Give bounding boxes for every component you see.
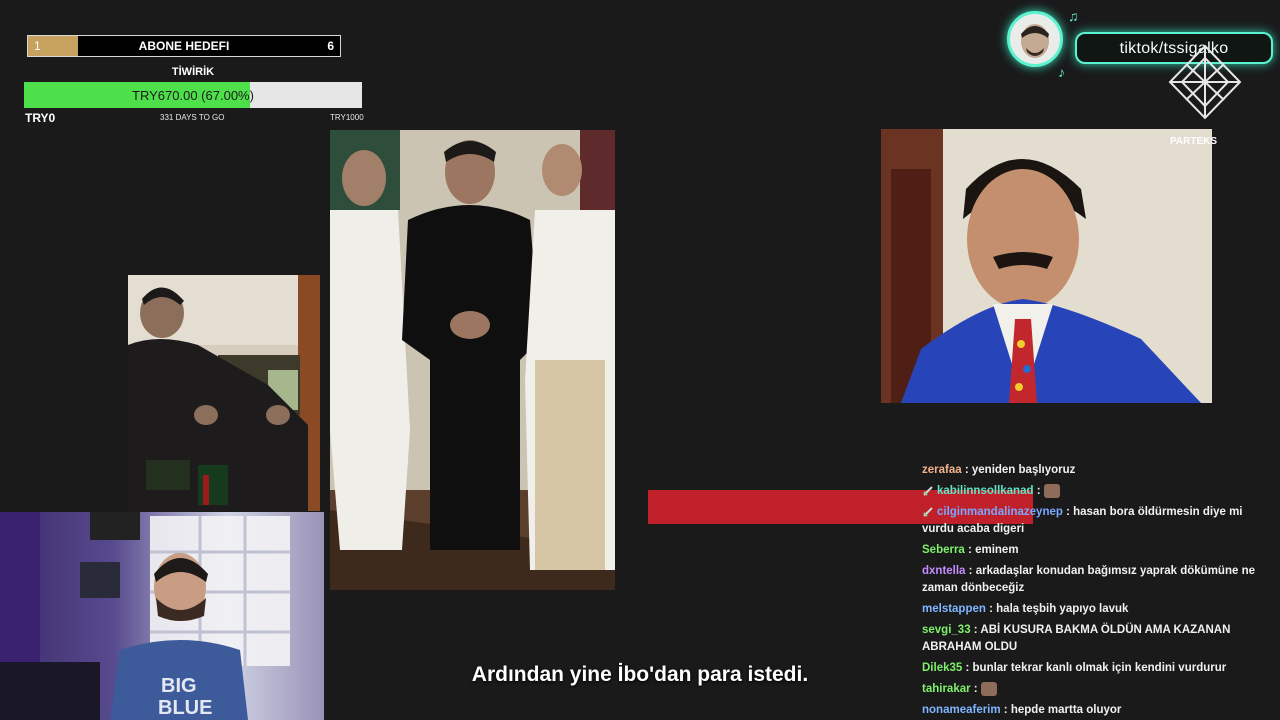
subscriber-goal-title: ABONE HEDEFI (138, 39, 230, 53)
chat-username[interactable]: kabilinnsollkanad (937, 485, 1034, 497)
chat-text: eminem (975, 544, 1019, 556)
chat-message: melstappen : hala teşbih yapıyo lavuk (922, 603, 1129, 615)
chat-username[interactable]: dxntella (922, 565, 965, 577)
donation-goal-max: TRY1000 (330, 113, 364, 122)
video-subtitle: Ardından yine İbo'dan para istedi. (471, 663, 809, 686)
chat-message: cilginmandalinazeynep : hasan bora öldür… (922, 506, 1243, 535)
emote-icon (1043, 483, 1060, 498)
tiktok-avatar (1007, 11, 1063, 67)
chat-panel: zerafaa : yeniden başlıyoruz kabilinnsol… (922, 462, 1272, 720)
donation-goal-days-left: 331 DAYS TO GO (160, 113, 225, 122)
chat-message: kabilinnsollkanad : (922, 483, 1272, 500)
emote-icon (980, 681, 997, 696)
chat-username[interactable]: sevgi_33 (922, 624, 971, 636)
music-note-icon-2: ♪ (1058, 64, 1065, 80)
chat-username[interactable]: zerafaa (922, 464, 962, 476)
chat-message: zerafaa : yeniden başlıyoruz (922, 464, 1076, 476)
chat-username[interactable]: cilginmandalinazeynep (937, 506, 1063, 518)
chat-message: dxntella : arkadaşlar konudan bağımsız y… (922, 565, 1255, 594)
donation-goal-amount: TRY670.00 (67.00%) (132, 88, 254, 103)
chat-text: bunlar tekrar kanlı olmak için kendini v… (972, 662, 1227, 674)
chat-text: hala teşbih yapıyo lavuk (996, 603, 1129, 615)
subscriber-goal-target: 6 (327, 39, 334, 53)
donation-goal-min: TRY0 (25, 111, 56, 125)
chat-message: Seberra : eminem (922, 544, 1019, 556)
chat-message: sevgi_33 : ABİ KUSURA BAKMA ÖLDÜN AMA KA… (922, 624, 1231, 653)
chat-username[interactable]: nonameaferim (922, 704, 1001, 716)
chat-text: hepde martta oluyor (1010, 704, 1122, 716)
geometric-pattern-icon (1168, 44, 1242, 120)
chat-message: nonameaferim : hepde martta oluyor (922, 704, 1122, 716)
chat-username[interactable]: melstappen (922, 603, 986, 615)
chat-message: tahirakar : (922, 681, 1272, 698)
webcam-feed: BIG BLUE (0, 512, 324, 720)
shirt-text-line2: BLUE (158, 697, 212, 719)
music-note-icon: ♫ (1068, 8, 1079, 24)
sword-badge-icon (922, 485, 934, 497)
donation-goal-bar: TRY670.00 (67.00%) (24, 82, 362, 108)
donation-goal-title: TİWİRİK (171, 66, 215, 78)
photo-man-seated (128, 275, 320, 511)
chat-text: yeniden başlıyoruz (971, 464, 1076, 476)
chat-username[interactable]: Seberra (922, 544, 965, 556)
photo-man-blue-suit (881, 129, 1212, 403)
subscriber-goal-bar: 1 ABONE HEDEFI 6 (27, 35, 341, 57)
partner-label: PARTEKS (1170, 136, 1218, 147)
shirt-text-line1: BIG (161, 675, 197, 697)
photo-three-men (330, 130, 615, 590)
chat-message: Dilek35 : bunlar tekrar kanlı olmak için… (922, 662, 1227, 674)
sword-badge-icon (922, 506, 934, 518)
